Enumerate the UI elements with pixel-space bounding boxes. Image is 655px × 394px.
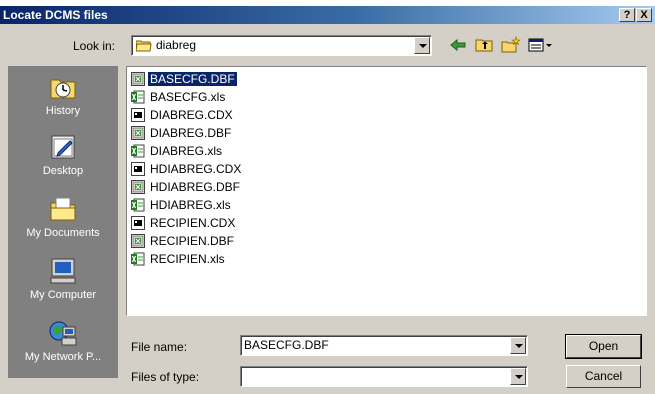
up-folder-icon bbox=[474, 39, 496, 59]
excel-file-icon bbox=[131, 252, 145, 266]
excel-file-icon bbox=[131, 90, 145, 104]
dialog-title: Locate DCMS files bbox=[3, 8, 108, 22]
my-documents-icon bbox=[48, 194, 78, 224]
file-item[interactable]: BASECFG.DBF bbox=[131, 70, 238, 87]
view-menu-button[interactable] bbox=[527, 35, 555, 55]
place-desktop[interactable]: Desktop bbox=[8, 132, 118, 177]
file-name: DIABREG.DBF bbox=[150, 125, 232, 140]
file-item[interactable]: HDIABREG.xls bbox=[131, 196, 233, 213]
file-name: HDIABREG.DBF bbox=[150, 179, 241, 194]
new-folder-button[interactable] bbox=[500, 35, 522, 55]
file-item[interactable]: DIABREG.DBF bbox=[131, 124, 233, 141]
file-name: RECIPIEN.CDX bbox=[150, 215, 236, 230]
file-name-value: BASECFG.DBF bbox=[244, 338, 329, 352]
file-item[interactable]: DIABREG.xls bbox=[131, 142, 224, 159]
file-item[interactable]: HDIABREG.DBF bbox=[131, 178, 242, 195]
file-name: HDIABREG.CDX bbox=[150, 161, 242, 176]
dbf-file-icon bbox=[131, 179, 145, 194]
excel-file-icon bbox=[131, 144, 145, 158]
file-name-label: File name: bbox=[131, 340, 188, 354]
look-in-dropdown-button[interactable] bbox=[414, 37, 430, 54]
file-name: DIABREG.xls bbox=[150, 143, 223, 158]
files-of-type-label: Files of type: bbox=[131, 370, 200, 384]
file-name: RECIPIEN.xls bbox=[150, 251, 225, 266]
cancel-button[interactable]: Cancel bbox=[566, 365, 641, 388]
place-my-documents[interactable]: My Documents bbox=[8, 194, 118, 239]
file-item[interactable]: HDIABREG.CDX bbox=[131, 160, 243, 177]
place-my-computer[interactable]: My Computer bbox=[8, 256, 118, 301]
look-in-label: Look in: bbox=[73, 39, 116, 53]
open-button[interactable]: Open bbox=[565, 334, 642, 359]
look-in-value: diabreg bbox=[156, 38, 197, 52]
back-arrow-icon bbox=[448, 38, 470, 59]
desktop-icon bbox=[48, 132, 78, 162]
cdx-file-icon bbox=[131, 161, 145, 176]
view-menu-icon bbox=[527, 38, 555, 59]
history-icon bbox=[48, 72, 78, 102]
file-name: DIABREG.CDX bbox=[150, 107, 233, 122]
place-my-documents-label: My Documents bbox=[26, 227, 100, 239]
file-item[interactable]: DIABREG.CDX bbox=[131, 106, 235, 123]
look-in-combo[interactable]: diabreg bbox=[131, 35, 432, 56]
place-history[interactable]: History bbox=[8, 72, 118, 117]
file-name: BASECFG.DBF bbox=[147, 70, 238, 87]
place-my-network-places[interactable]: My Network P... bbox=[8, 318, 118, 363]
file-item[interactable]: RECIPIEN.xls bbox=[131, 250, 227, 267]
new-folder-icon bbox=[500, 36, 522, 59]
title-bar[interactable]: Locate DCMS files ? X bbox=[0, 6, 655, 24]
back-button[interactable] bbox=[448, 35, 470, 55]
file-name-combo[interactable]: BASECFG.DBF bbox=[240, 335, 528, 356]
file-item[interactable]: BASECFG.xls bbox=[131, 88, 227, 105]
place-my-computer-label: My Computer bbox=[29, 289, 97, 301]
place-desktop-label: Desktop bbox=[42, 165, 84, 177]
file-name: HDIABREG.xls bbox=[150, 197, 231, 212]
files-of-type-dropdown-button[interactable] bbox=[510, 368, 526, 385]
file-name: BASECFG.xls bbox=[150, 89, 226, 104]
locate-files-dialog: Locate DCMS files ? X Look in: diabreg H… bbox=[0, 6, 655, 394]
folder-icon bbox=[135, 39, 152, 52]
place-history-label: History bbox=[45, 105, 81, 117]
my-computer-icon bbox=[48, 256, 78, 286]
file-name-dropdown-button[interactable] bbox=[510, 337, 526, 354]
file-item[interactable]: RECIPIEN.CDX bbox=[131, 214, 237, 231]
file-name: RECIPIEN.DBF bbox=[150, 233, 235, 248]
dbf-file-icon bbox=[131, 71, 145, 86]
files-of-type-combo[interactable] bbox=[240, 366, 528, 387]
place-my-network-places-label: My Network P... bbox=[24, 351, 102, 363]
up-one-level-button[interactable] bbox=[474, 35, 496, 55]
help-button[interactable]: ? bbox=[619, 8, 635, 22]
dbf-file-icon bbox=[131, 233, 145, 248]
dbf-file-icon bbox=[131, 125, 145, 140]
file-item[interactable]: RECIPIEN.DBF bbox=[131, 232, 236, 249]
close-button[interactable]: X bbox=[636, 8, 652, 22]
my-network-places-icon bbox=[48, 318, 78, 348]
cdx-file-icon bbox=[131, 107, 145, 122]
excel-file-icon bbox=[131, 198, 145, 212]
places-bar: History Desktop My Documents My Computer… bbox=[8, 66, 118, 378]
file-list[interactable]: BASECFG.DBF BASECFG.xls DIABREG.CDX DIAB… bbox=[126, 66, 647, 316]
cdx-file-icon bbox=[131, 215, 145, 230]
